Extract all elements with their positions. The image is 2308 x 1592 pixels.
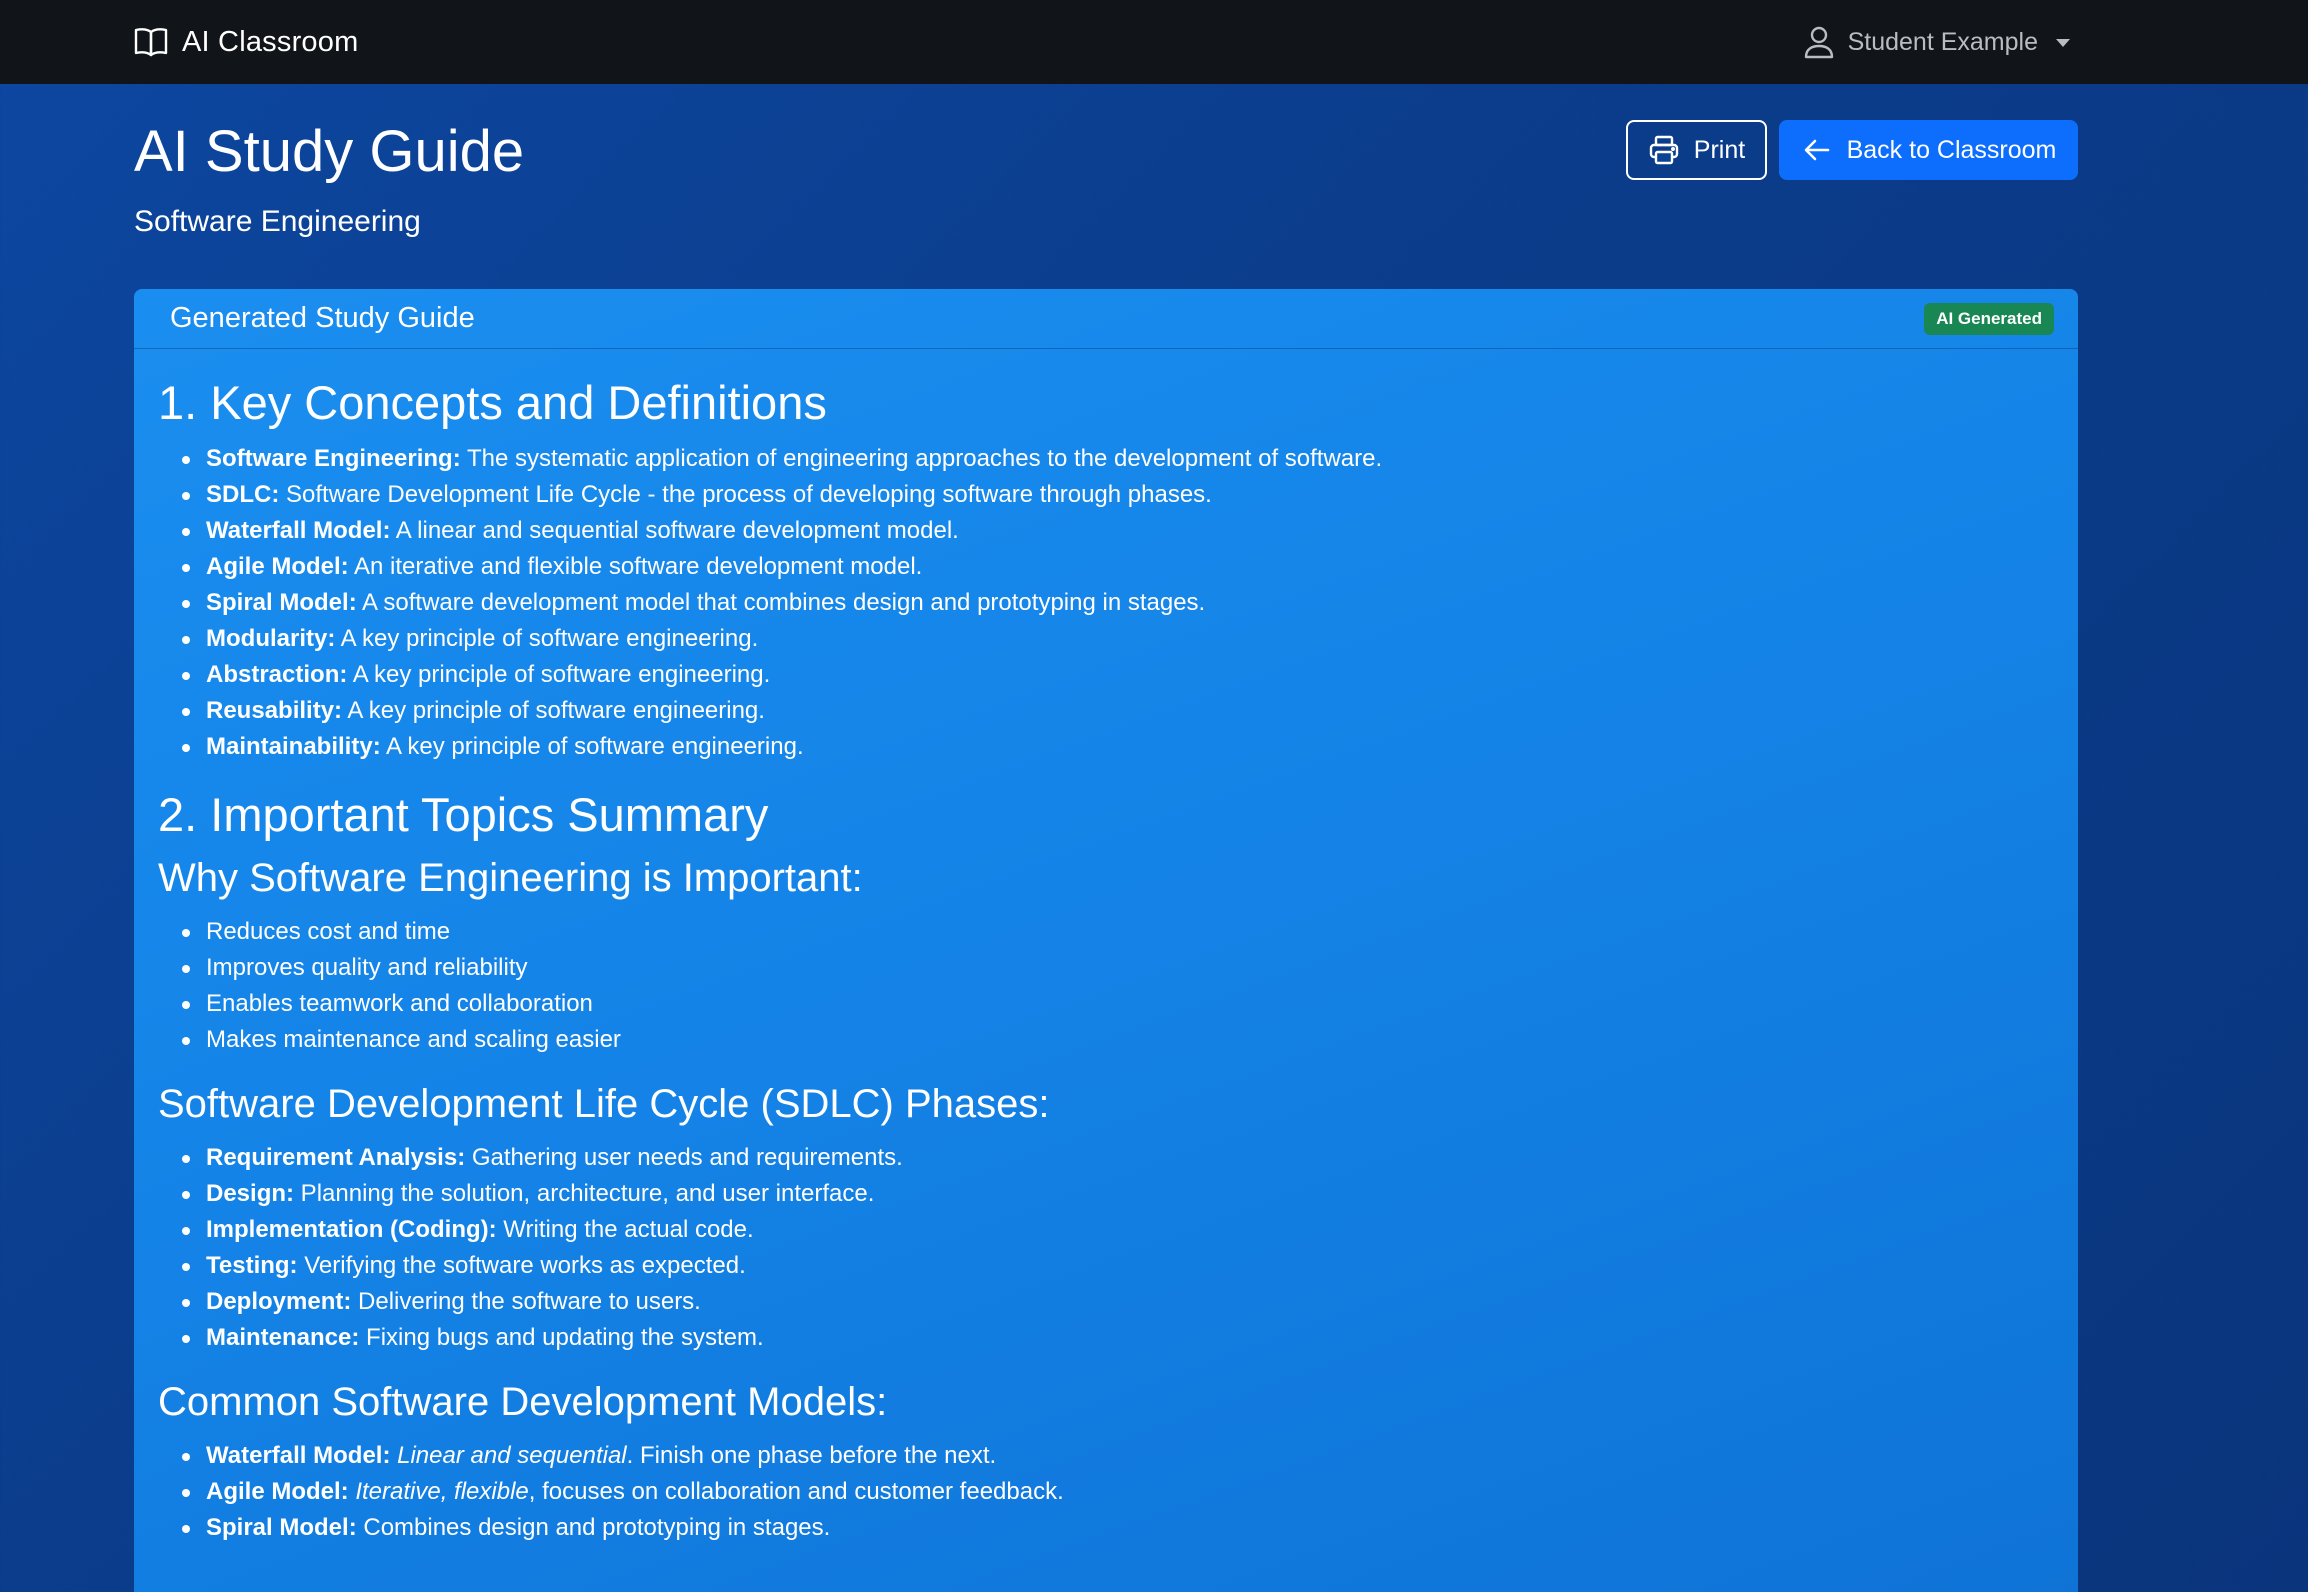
list-item: Implementation (Coding): Writing the act… [182,1212,2054,1248]
list-item: Reduces cost and time [182,914,2054,950]
list-item-text: Verifying the software works as expected… [297,1251,746,1279]
development-models-list: Waterfall Model: Linear and sequential. … [182,1438,2054,1546]
print-label: Print [1693,135,1746,164]
ai-generated-badge: AI Generated [1924,302,2054,335]
list-item-term: Spiral Model: [206,589,357,617]
user-menu-dropdown[interactable]: Student Example [1804,25,2070,59]
list-item: Agile Model: Iterative, flexible, focuse… [182,1474,2054,1510]
list-item-term: Modularity: [206,625,336,653]
list-item: Maintenance: Fixing bugs and updating th… [182,1320,2054,1356]
card-body: 1. Key Concepts and Definitions Software… [134,349,2078,1546]
list-item-text: . Finish one phase before the next. [626,1441,997,1469]
list-item: Makes maintenance and scaling easier [182,1022,2054,1058]
section-heading-key-concepts: 1. Key Concepts and Definitions [158,376,827,429]
section-heading-topics-summary: 2. Important Topics Summary [158,788,769,842]
list-item: Design: Planning the solution, architect… [182,1176,2054,1212]
list-item-text: A linear and sequential software develop… [390,517,959,545]
book-icon [134,26,168,58]
caret-down-icon [2056,39,2070,47]
list-item-term: Waterfall Model: [206,1441,391,1469]
list-item-term: Agile Model: [206,553,349,581]
page-subtitle: Software Engineering [134,205,421,238]
sdlc-phases-list: Requirement Analysis: Gathering user nee… [182,1140,2054,1356]
why-important-list: Reduces cost and time Improves quality a… [182,914,2054,1058]
list-item-term: Maintenance: [206,1323,360,1351]
list-item: Waterfall Model: A linear and sequential… [182,513,2054,549]
list-item: Maintainability: A key principle of soft… [182,729,2054,765]
list-item: Enables teamwork and collaboration [182,986,2054,1022]
list-item-emphasis: Iterative, flexible [355,1477,529,1505]
list-item: Testing: Verifying the software works as… [182,1248,2054,1284]
list-item-term: Reusability: [206,697,343,725]
list-item-text: Combines design and prototyping in stage… [356,1513,831,1541]
list-item-term: SDLC: [206,481,280,509]
list-item-emphasis: Linear and sequential [397,1441,627,1469]
list-item-text: A software development model that combin… [356,589,1206,617]
list-item-text: A key principle of software engineering. [342,697,765,725]
list-item: Reusability: A key principle of software… [182,693,2054,729]
user-name: Student Example [1847,27,2038,56]
subheading-development-models: Common Software Development Models: [158,1379,888,1424]
subheading-sdlc-phases: Software Development Life Cycle (SDLC) P… [158,1081,1050,1126]
user-icon [1804,25,1834,59]
list-item-text: Planning the solution, architecture, and… [294,1179,875,1207]
list-item: Software Engineering: The systematic app… [182,441,2054,477]
list-item-term: Requirement Analysis: [206,1143,466,1171]
list-item-text: An iterative and flexible software devel… [348,553,923,581]
list-item-text: A key principle of software engineering. [380,733,804,761]
list-item-term: Software Engineering: [206,445,461,473]
back-label: Back to Classroom [1846,135,2057,164]
list-item: Waterfall Model: Linear and sequential. … [182,1438,2054,1474]
list-item: Requirement Analysis: Gathering user nee… [182,1140,2054,1176]
key-concepts-list: Software Engineering: The systematic app… [182,441,2054,765]
brand-link[interactable]: AI Classroom [134,26,358,59]
list-item: Spiral Model: Combines design and protot… [182,1510,2054,1546]
list-item: SDLC: Software Development Life Cycle - … [182,477,2054,513]
list-item: Modularity: A key principle of software … [182,621,2054,657]
list-item-text: A key principle of software engineering. [335,625,759,653]
list-item-term: Waterfall Model: [206,517,391,545]
top-navbar: AI Classroom Student Example [0,0,2308,84]
page-title: AI Study Guide [134,119,525,184]
print-button[interactable]: Print [1626,120,1767,180]
list-item-text: Writing the actual code. [496,1215,754,1243]
list-item-text: Fixing bugs and updating the system. [359,1323,764,1351]
list-item-text: Gathering user needs and requirements. [465,1143,903,1171]
list-item-text: The systematic application of engineerin… [460,445,1383,473]
list-item: Spiral Model: A software development mod… [182,585,2054,621]
subheading-why-important: Why Software Engineering is Important: [158,855,863,900]
brand-name: AI Classroom [182,25,359,58]
card-title: Generated Study Guide [170,302,475,334]
list-item-text: , focuses on collaboration and customer … [528,1477,1064,1505]
list-item-text: Software Development Life Cycle - the pr… [279,481,1212,509]
list-item-text: A key principle of software engineering. [347,661,771,689]
list-item-text: Delivering the software to users. [351,1287,701,1315]
list-item-term: Implementation (Coding): [206,1215,497,1243]
list-item: Abstraction: A key principle of software… [182,657,2054,693]
back-to-classroom-button[interactable]: Back to Classroom [1779,120,2078,180]
list-item: Deployment: Delivering the software to u… [182,1284,2054,1320]
list-item-term: Spiral Model: [206,1513,357,1541]
list-item: Improves quality and reliability [182,950,2054,986]
list-item-term: Maintainability: [206,733,381,761]
arrow-left-icon [1801,134,1833,166]
list-item-term: Agile Model: [206,1477,349,1505]
card-header: Generated Study Guide AI Generated [134,289,2078,349]
list-item: Agile Model: An iterative and flexible s… [182,549,2054,585]
printer-icon [1648,134,1680,166]
list-item-term: Deployment: [206,1287,352,1315]
list-item-term: Design: [206,1179,295,1207]
list-item-term: Testing: [206,1251,298,1279]
list-item-term: Abstraction: [206,661,348,689]
study-guide-card: Generated Study Guide AI Generated 1. Ke… [134,289,2078,1592]
